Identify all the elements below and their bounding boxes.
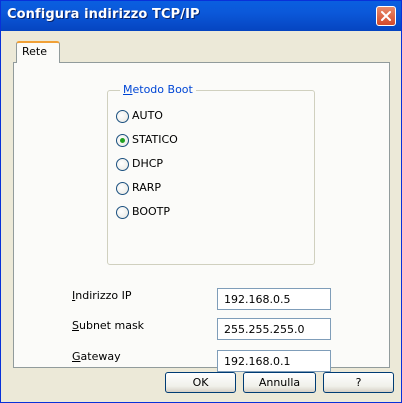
radio-statico-label: STATICO (132, 133, 178, 146)
close-icon (381, 11, 391, 21)
gateway-input[interactable]: 192.168.0.1 (217, 350, 331, 372)
subnet-mask-label: Subnet mask (72, 319, 145, 332)
subnet-mask-input[interactable]: 255.255.255.0 (217, 318, 331, 340)
radio-bootp-circle (116, 206, 129, 219)
radio-bootp-label: BOOTP (132, 205, 171, 218)
tab-rete[interactable]: Rete (16, 41, 60, 63)
radio-auto-circle (116, 110, 129, 123)
ip-address-label: Indirizzo IP (72, 289, 132, 302)
radio-auto-label: AUTO (132, 109, 163, 122)
radio-selected-dot (120, 138, 125, 143)
window-title: Configura indirizzo TCP/IP (7, 7, 200, 22)
help-button[interactable]: ? (323, 372, 394, 393)
radio-statico-circle (116, 134, 129, 147)
radio-rarp-circle (116, 182, 129, 195)
title-bar[interactable]: Configura indirizzo TCP/IP (1, 1, 401, 31)
cancel-button[interactable]: Annulla (243, 372, 316, 393)
boot-method-legend: Metodo Boot (120, 83, 196, 96)
dialog-body: Rete Metodo Boot AUTO STATICO DHCP RARP … (5, 31, 398, 399)
radio-dhcp-label: DHCP (132, 157, 164, 170)
tab-rete-label: Rete (22, 45, 47, 58)
radio-rarp-label: RARP (132, 181, 161, 194)
gateway-label: Gateway (72, 350, 121, 363)
dialog-window: Configura indirizzo TCP/IP Rete Metodo B… (0, 0, 402, 403)
boot-method-group: Metodo Boot AUTO STATICO DHCP RARP BOOTP (107, 83, 315, 265)
tab-panel-rete: Metodo Boot AUTO STATICO DHCP RARP BOOTP… (13, 62, 390, 372)
ip-address-input[interactable]: 192.168.0.5 (217, 288, 331, 310)
close-button[interactable] (376, 6, 396, 26)
ok-button[interactable]: OK (165, 372, 236, 393)
radio-dhcp-circle (116, 158, 129, 171)
